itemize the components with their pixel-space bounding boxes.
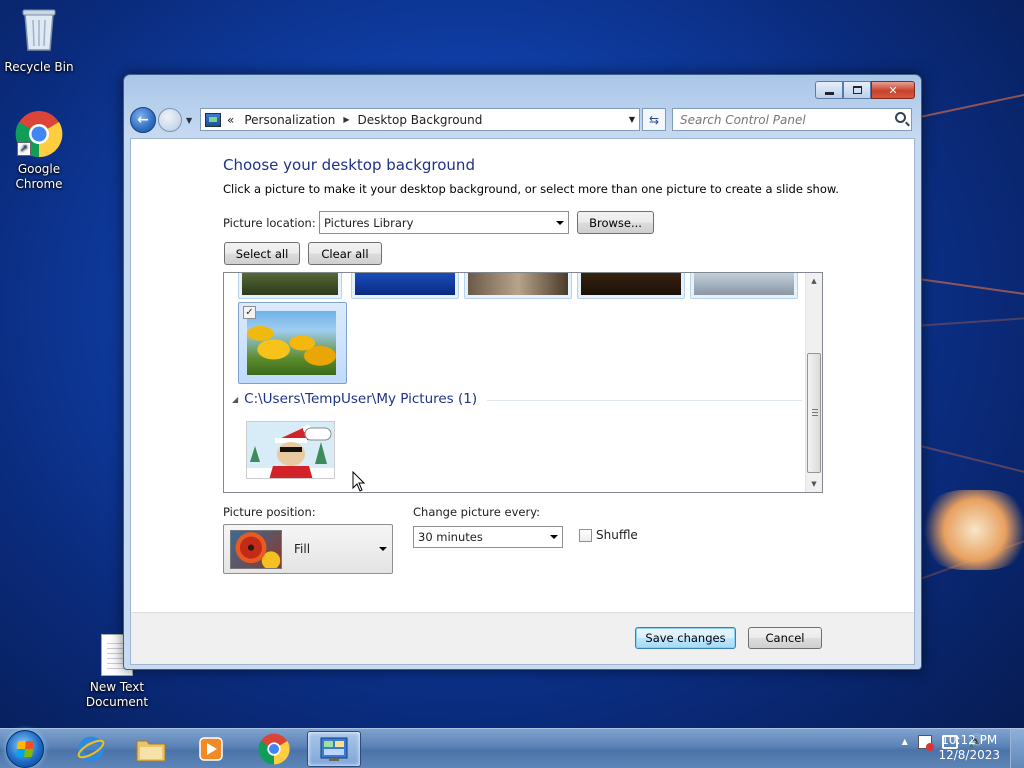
desktop-icon-label: Google Chrome bbox=[15, 162, 63, 191]
selected-picture-thumbnail[interactable]: ✓ bbox=[238, 302, 347, 384]
desktop-icon-google-chrome[interactable]: ➚ Google Chrome bbox=[1, 110, 77, 192]
minimize-button[interactable] bbox=[815, 81, 843, 99]
shuffle-checkbox[interactable]: Shuffle bbox=[579, 528, 638, 542]
clear-all-button[interactable]: Clear all bbox=[308, 242, 382, 265]
mouse-cursor-icon bbox=[352, 471, 366, 492]
maximize-button[interactable] bbox=[843, 81, 871, 99]
scroll-up-icon[interactable]: ▲ bbox=[806, 273, 822, 289]
picture-thumbnail[interactable] bbox=[351, 273, 459, 299]
gallery-scrollbar[interactable]: ▲ ▼ bbox=[805, 273, 822, 492]
change-picture-every-label: Change picture every: bbox=[413, 505, 541, 519]
shuffle-checkbox-box[interactable] bbox=[579, 528, 592, 542]
flower-preview-image bbox=[230, 530, 282, 569]
taskbar-internet-explorer[interactable] bbox=[64, 731, 118, 767]
picture-location-value: Pictures Library bbox=[324, 215, 414, 230]
taskbar-file-explorer[interactable] bbox=[124, 731, 178, 767]
chevron-down-icon bbox=[550, 535, 558, 539]
picture-position-select[interactable]: Fill bbox=[223, 524, 393, 574]
taskbar: ▲ 🔊 10:12 PM 12/8/2023 bbox=[0, 728, 1024, 768]
group-divider bbox=[487, 399, 802, 401]
search-placeholder: Search Control Panel bbox=[680, 112, 806, 127]
search-input[interactable]: Search Control Panel bbox=[672, 108, 912, 131]
back-arrow-icon: ← bbox=[137, 112, 149, 128]
recycle-bin-icon bbox=[1, 6, 77, 56]
main-content: Choose your desktop background Click a p… bbox=[130, 138, 915, 665]
clock-time: 10:12 PM bbox=[941, 733, 998, 747]
taskbar-media-player[interactable] bbox=[184, 731, 238, 767]
shuffle-label: Shuffle bbox=[596, 528, 638, 542]
start-button[interactable] bbox=[6, 730, 44, 768]
picture-position-label: Picture position: bbox=[223, 505, 316, 519]
scrollbar-thumb[interactable] bbox=[807, 353, 821, 473]
folder-group-header[interactable]: ◢ C:\Users\TempUser\My Pictures (1) bbox=[232, 391, 802, 407]
breadcrumb-overflow[interactable]: « bbox=[227, 113, 234, 127]
forward-button[interactable] bbox=[158, 108, 182, 132]
grip-icon bbox=[812, 409, 818, 416]
picture-thumbnail[interactable] bbox=[464, 273, 572, 299]
chrome-icon: ➚ bbox=[15, 110, 63, 158]
collapse-triangle-icon[interactable]: ◢ bbox=[232, 395, 238, 404]
refresh-button[interactable]: ⇆ bbox=[642, 108, 666, 131]
close-icon: ✕ bbox=[888, 83, 898, 97]
show-desktop-button[interactable] bbox=[1010, 729, 1024, 768]
breadcrumb-separator-icon[interactable]: ▶ bbox=[343, 115, 349, 124]
control-panel-icon bbox=[320, 737, 348, 761]
desktop-background-window: ✕ ← ▼ « Personalization ▶ Desktop Backgr… bbox=[123, 74, 922, 670]
media-player-icon bbox=[199, 737, 223, 761]
show-hidden-icons-icon[interactable]: ▲ bbox=[902, 737, 908, 746]
tulips-image bbox=[247, 311, 336, 375]
search-icon[interactable] bbox=[895, 112, 906, 123]
picture-location-label: Picture location: bbox=[223, 216, 316, 230]
taskbar-google-chrome[interactable] bbox=[247, 731, 301, 767]
select-all-button[interactable]: Select all bbox=[224, 242, 300, 265]
picture-thumbnail[interactable] bbox=[238, 273, 342, 299]
picture-checkbox[interactable]: ✓ bbox=[243, 306, 256, 319]
browse-button[interactable]: Browse... bbox=[577, 211, 654, 234]
change-picture-interval-select[interactable]: 30 minutes bbox=[413, 526, 563, 548]
action-center-icon[interactable] bbox=[917, 734, 934, 751]
dialog-footer: Save changes Cancel bbox=[131, 612, 914, 664]
address-dropdown-icon[interactable]: ▼ bbox=[629, 115, 635, 124]
desktop-icon-label: Recycle Bin bbox=[4, 60, 74, 74]
group-header-label: C:\Users\TempUser\My Pictures (1) bbox=[244, 391, 478, 407]
breadcrumb-desktop-background[interactable]: Desktop Background bbox=[357, 113, 482, 127]
caption-buttons: ✕ bbox=[815, 81, 915, 99]
picture-position-value: Fill bbox=[294, 542, 311, 556]
back-button[interactable]: ← bbox=[130, 107, 156, 133]
picture-location-select[interactable]: Pictures Library bbox=[319, 211, 569, 234]
clock[interactable]: 10:12 PM 12/8/2023 bbox=[938, 733, 1000, 763]
clock-date: 12/8/2023 bbox=[938, 748, 1000, 762]
chrome-icon bbox=[258, 733, 290, 765]
control-panel-icon bbox=[205, 112, 221, 127]
chevron-down-icon bbox=[556, 220, 564, 225]
navigation-bar: ← ▼ « Personalization ▶ Desktop Backgrou… bbox=[130, 107, 915, 133]
picture-thumbnail[interactable] bbox=[690, 273, 798, 299]
minimize-icon bbox=[824, 91, 834, 95]
folder-icon bbox=[136, 740, 166, 762]
cancel-button[interactable]: Cancel bbox=[748, 627, 822, 649]
breadcrumb-personalization[interactable]: Personalization bbox=[244, 113, 335, 127]
shortcut-arrow-icon: ➚ bbox=[17, 142, 31, 156]
scroll-down-icon[interactable]: ▼ bbox=[806, 476, 822, 492]
maximize-icon bbox=[852, 86, 862, 94]
page-subtitle: Click a picture to make it your desktop … bbox=[223, 182, 839, 196]
address-bar[interactable]: « Personalization ▶ Desktop Background ▼ bbox=[200, 108, 640, 131]
save-changes-button[interactable]: Save changes bbox=[635, 627, 736, 649]
taskbar-control-panel[interactable] bbox=[307, 731, 361, 767]
page-title: Choose your desktop background bbox=[223, 156, 475, 174]
santa-image bbox=[247, 422, 334, 478]
interval-value: 30 minutes bbox=[418, 530, 483, 544]
close-button[interactable]: ✕ bbox=[871, 81, 915, 99]
chevron-down-icon bbox=[379, 547, 387, 551]
internet-explorer-icon bbox=[77, 736, 105, 762]
desktop-icon-label: New Text Document bbox=[85, 680, 149, 709]
jellyfish-glow bbox=[920, 490, 1024, 570]
picture-thumbnail[interactable] bbox=[577, 273, 685, 299]
refresh-icon: ⇆ bbox=[648, 112, 660, 127]
santa-picture-thumbnail[interactable] bbox=[246, 421, 335, 479]
picture-gallery: ✓ ◢ C:\Users\TempUser\My Pictures (1) ▲ … bbox=[223, 272, 823, 493]
desktop-icon-recycle-bin[interactable]: Recycle Bin bbox=[1, 6, 77, 75]
recent-pages-dropdown[interactable]: ▼ bbox=[186, 116, 192, 125]
